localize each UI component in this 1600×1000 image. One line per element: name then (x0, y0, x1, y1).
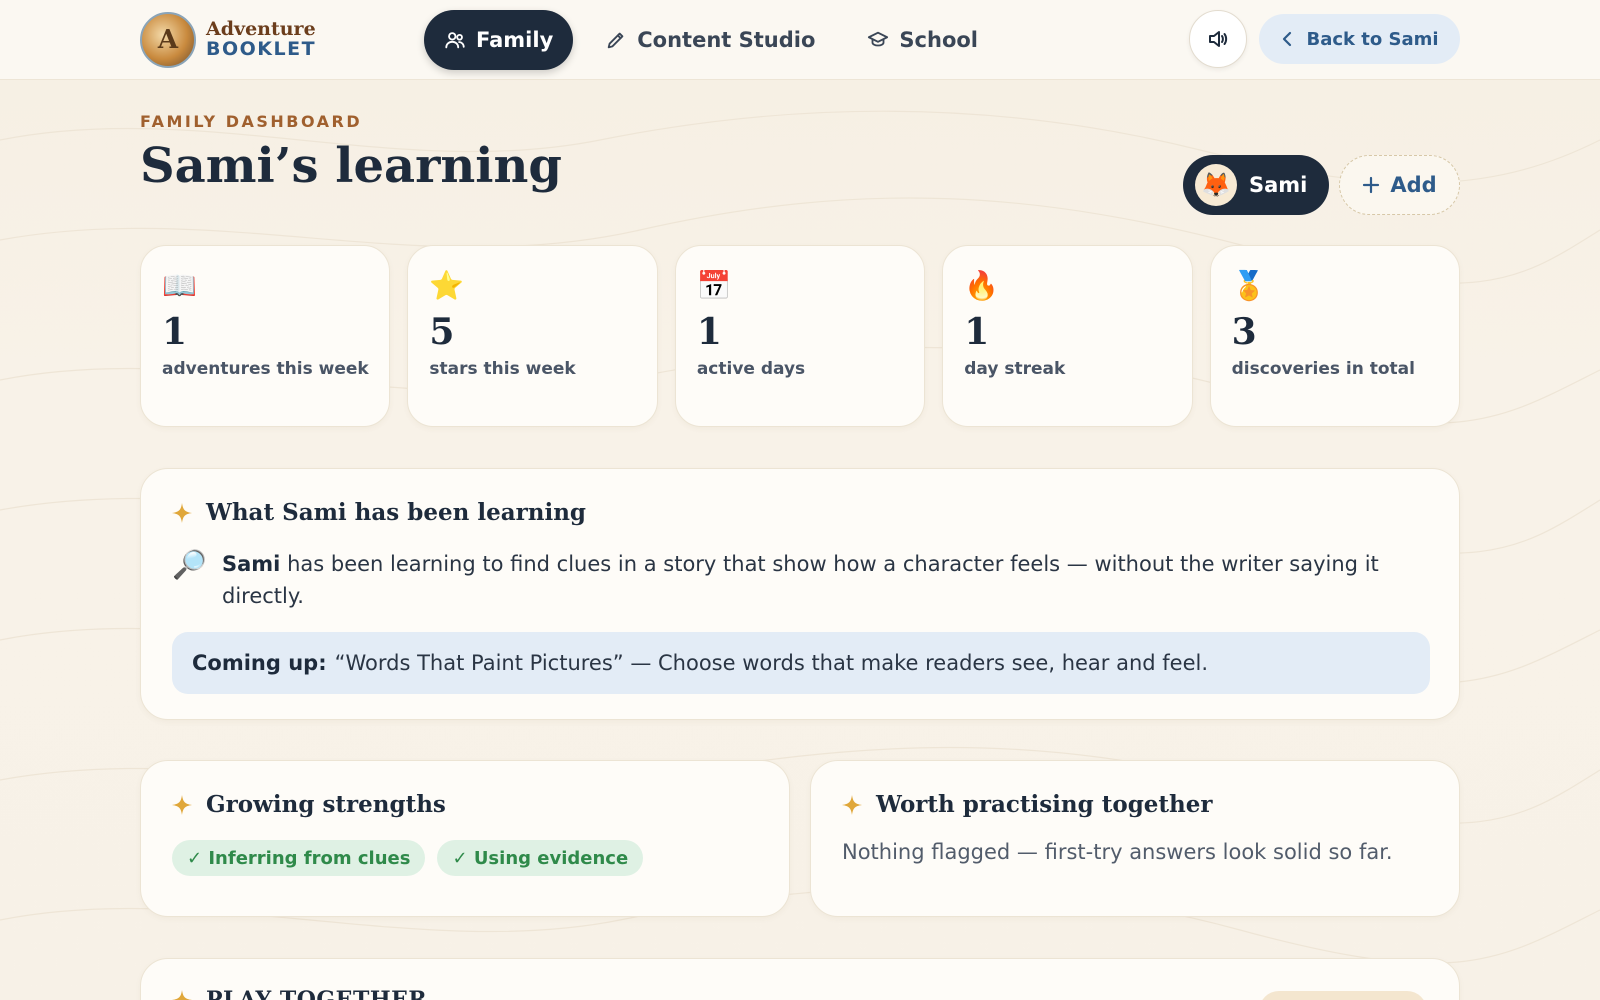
coming-up-text: “Words That Paint Pictures” — Choose wor… (334, 651, 1209, 675)
back-to-child-button[interactable]: Back to Sami (1259, 14, 1460, 64)
play-together-action-button[interactable] (1259, 991, 1427, 1000)
coming-up-banner: Coming up: “Words That Paint Pictures” —… (172, 632, 1430, 694)
sparkle-icon (172, 990, 192, 1000)
add-child-label: Add (1390, 173, 1437, 197)
stat-value: 1 (162, 311, 188, 353)
graduation-cap-icon (868, 31, 889, 47)
nav-tab-family[interactable]: Family (424, 10, 574, 70)
stat-label: day streak (964, 359, 1066, 379)
nav-tab-school[interactable]: School (847, 10, 998, 70)
sparkle-icon (172, 502, 192, 523)
child-selector-sami[interactable]: 🦊 Sami (1183, 155, 1329, 215)
main-nav: Family Content Studio School (424, 10, 998, 70)
calendar-icon: 📅 (696, 269, 732, 302)
back-button-label: Back to Sami (1306, 28, 1439, 50)
stat-value: 1 (964, 311, 990, 353)
brand-line-2: BOOKLET (206, 38, 317, 60)
star-icon: ⭐ (429, 269, 465, 302)
page-title: Sami’s learning (140, 138, 562, 194)
stat-card-stars: ⭐ 5 stars this week (407, 245, 658, 427)
pencil-icon (608, 32, 624, 49)
top-bar: A Adventure BOOKLET Family Content Studi… (0, 0, 1600, 80)
brand-logo[interactable]: A Adventure BOOKLET (140, 12, 316, 68)
card-title: Growing strengths (206, 791, 446, 818)
growing-strengths-card: Growing strengths ✓ Inferring from clues… (140, 760, 790, 917)
play-together-card: PLAY TOGETHER (140, 958, 1460, 1000)
coming-up-label: Coming up: (192, 651, 327, 675)
open-book-icon: 📖 (162, 269, 197, 302)
sparkle-icon (172, 794, 192, 815)
stat-label: discoveries in total (1231, 359, 1415, 379)
sound-toggle-button[interactable] (1189, 10, 1247, 68)
stat-card-adventures: 📖 1 adventures this week (140, 245, 391, 427)
child-name: Sami (1249, 173, 1308, 197)
card-title: What Sami has been learning (206, 499, 586, 526)
chevron-left-icon (1283, 31, 1292, 47)
stat-label: adventures this week (162, 359, 369, 379)
stat-label: stars this week (429, 359, 576, 379)
add-child-button[interactable]: Add (1339, 155, 1460, 215)
strength-tag: ✓ Inferring from clues (172, 840, 426, 876)
fox-avatar-icon: 🦊 (1195, 164, 1237, 206)
brand-line-1: Adventure (206, 18, 316, 41)
stat-card-active-days: 📅 1 active days (674, 245, 926, 427)
speaker-icon (1209, 31, 1228, 47)
stat-label: active days (696, 359, 806, 379)
nav-tab-label: Content Studio (637, 28, 816, 52)
stat-value: 5 (429, 311, 455, 353)
page-eyebrow: FAMILY DASHBOARD (140, 112, 363, 131)
card-title: PLAY TOGETHER (206, 987, 428, 1000)
strength-tag: ✓ Using evidence (437, 840, 644, 876)
stat-value: 3 (1231, 311, 1257, 353)
learning-summary-text: Sami has been learning to find clues in … (222, 548, 1422, 612)
stats-row: 📖 1 adventures this week ⭐ 5 stars this … (140, 245, 1461, 427)
learning-summary: has been learning to find clues in a sto… (222, 552, 1379, 608)
learning-summary-card: What Sami has been learning 🔎 Sami has b… (140, 468, 1460, 720)
plus-icon (1363, 176, 1380, 194)
logo-badge-icon: A (140, 12, 196, 68)
sparkle-icon (842, 794, 862, 815)
nav-tab-content-studio[interactable]: Content Studio (585, 10, 835, 70)
stat-card-streak: 🔥 1 day streak (942, 245, 1193, 427)
people-icon (445, 32, 465, 49)
medal-icon: 🏅 (1231, 269, 1267, 302)
nav-tab-label: Family (476, 28, 554, 52)
practice-text: Nothing flagged — first-try answers look… (842, 840, 1393, 864)
magnifier-icon: 🔎 (172, 548, 207, 581)
card-title: Worth practising together (876, 791, 1213, 818)
nav-tab-label: School (899, 28, 978, 52)
practice-together-card: Worth practising together Nothing flagge… (810, 760, 1460, 917)
stat-card-discoveries: 🏅 3 discoveries in total (1209, 245, 1461, 427)
stat-value: 1 (696, 311, 722, 353)
fire-icon: 🔥 (964, 269, 1000, 302)
child-name-inline: Sami (222, 552, 281, 576)
